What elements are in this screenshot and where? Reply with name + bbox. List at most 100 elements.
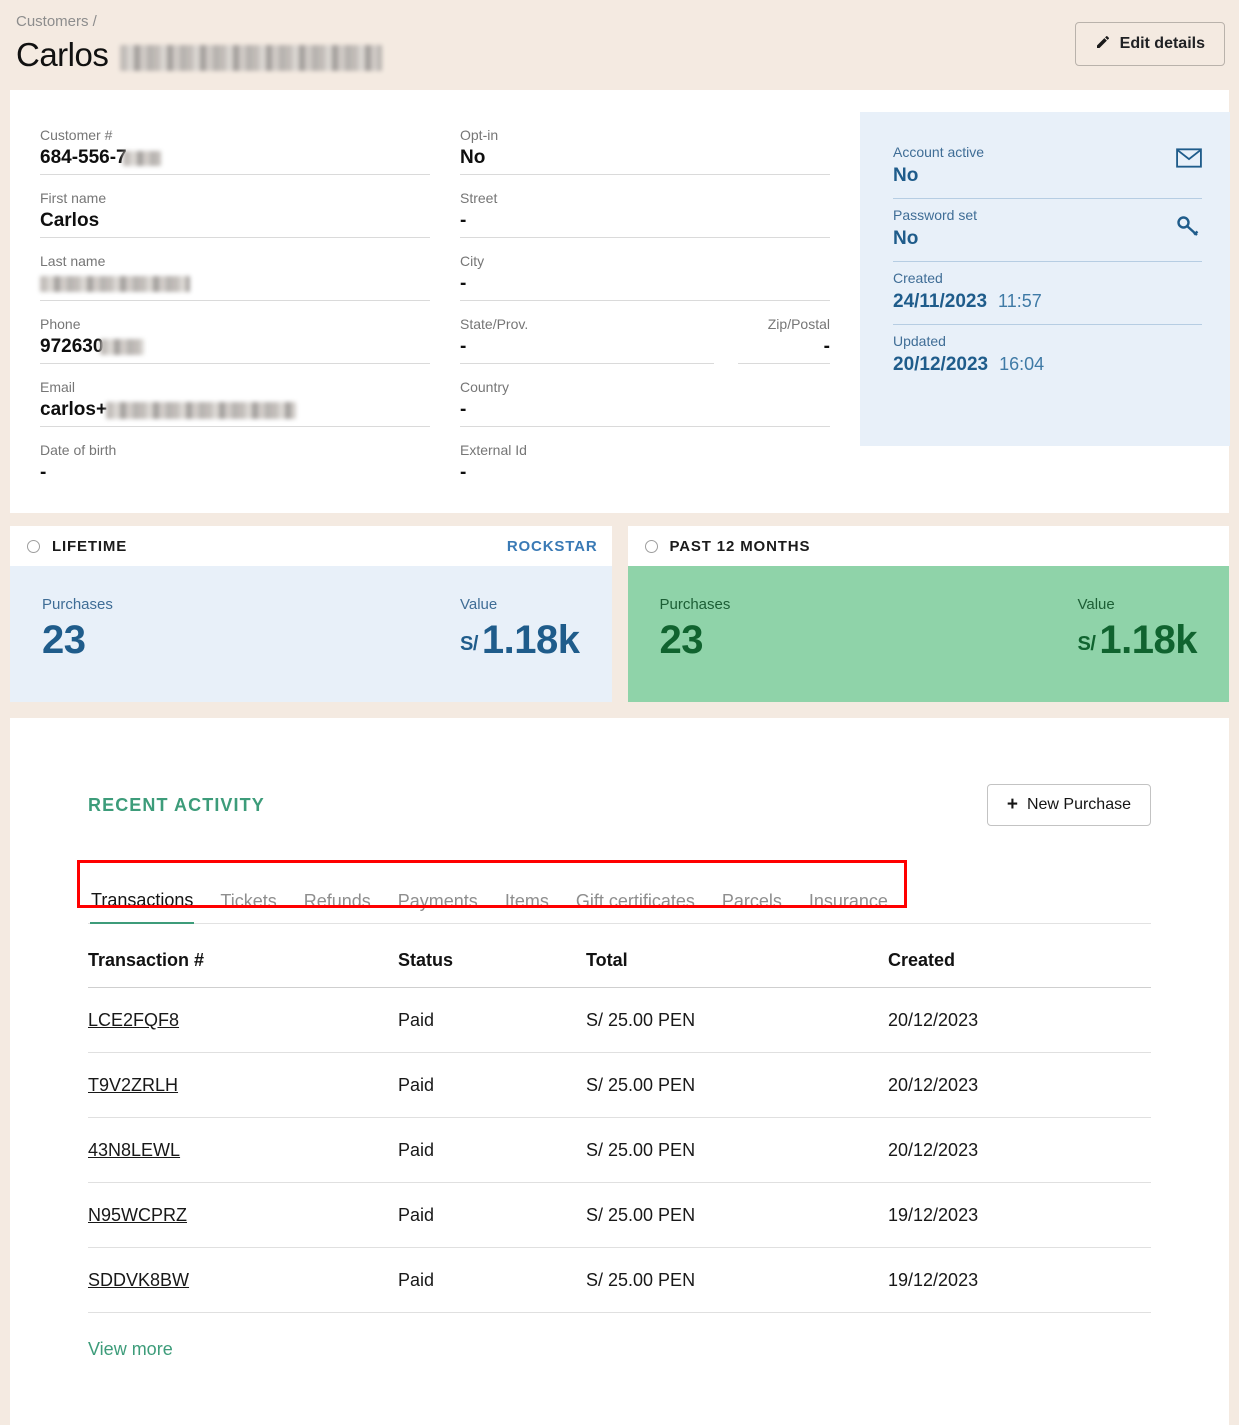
transaction-link[interactable]: LCE2FQF8	[88, 1010, 179, 1030]
field-value: -	[460, 399, 467, 420]
field-label: Opt-in	[460, 127, 499, 143]
transactions-table-head: Transaction # Status Total Created	[88, 950, 1151, 988]
updated-time: 16:04	[999, 354, 1045, 374]
past-12-months-title: PAST 12 MONTHS	[669, 538, 811, 555]
cell-total: S/ 25.00 PEN	[586, 1182, 888, 1248]
transaction-link[interactable]: 43N8LEWL	[88, 1140, 180, 1160]
new-purchase-label: New Purchase	[1026, 796, 1131, 813]
field-label: City	[460, 253, 485, 269]
tab-refunds[interactable]: Refunds	[303, 885, 372, 923]
past-12-months-card-body: Purchases 23 Value S/1.18k	[627, 566, 1229, 702]
account-active-label: Account active	[893, 144, 985, 160]
field-city: City -	[460, 238, 830, 301]
view-more-link[interactable]: View more	[88, 1339, 173, 1360]
cell-status: Paid	[398, 1117, 586, 1183]
field-label: External Id	[460, 442, 527, 458]
field-last-name: Last name	[40, 238, 430, 301]
edit-details-button[interactable]: Edit details	[1074, 22, 1225, 66]
tab-gift-certificates[interactable]: Gift certificates	[575, 885, 696, 923]
redacted-last-name-value	[40, 276, 190, 292]
redacted-phone	[100, 339, 145, 355]
purchases-value: 23	[42, 618, 86, 662]
redacted-customer-number	[122, 150, 161, 166]
grid-gap	[430, 112, 460, 487]
past12-value-block: Value S/1.18k	[1077, 594, 1197, 671]
value-amount-row: S/1.18k	[460, 616, 580, 671]
field-label: Phone	[40, 316, 81, 332]
transaction-link[interactable]: N95WCPRZ	[88, 1205, 187, 1225]
value-amount: 1.18k	[1099, 618, 1197, 662]
pencil-icon	[1095, 34, 1111, 54]
cell-total: S/ 25.00 PEN	[586, 1247, 888, 1313]
cell-status: Paid	[398, 1182, 586, 1248]
grid-gap	[830, 112, 860, 487]
created-date: 24/11/2023	[893, 291, 988, 312]
breadcrumb[interactable]: Customers /	[16, 12, 1225, 32]
key-icon[interactable]	[1176, 215, 1200, 242]
recent-activity-header: RECENT ACTIVITY + New Purchase	[88, 784, 1151, 826]
field-value: -	[823, 336, 830, 357]
customer-details-grid: Customer # 684-556-7 First name Carlos L…	[40, 112, 1230, 487]
created-row: Created 24/11/2023 11:57	[893, 262, 1202, 325]
table-row: T9V2ZRLH Paid S/ 25.00 PEN 20/12/2023	[88, 1052, 1151, 1118]
page-title: Carlos	[16, 36, 109, 73]
password-set-row: Password set No	[893, 199, 1202, 262]
tab-insurance[interactable]: Insurance	[808, 885, 889, 923]
cell-status: Paid	[398, 1247, 586, 1313]
recent-activity-title: RECENT ACTIVITY	[88, 794, 265, 815]
purchases-label: Purchases	[659, 596, 731, 613]
field-street: Street -	[460, 175, 830, 238]
field-label: Zip/Postal	[767, 316, 830, 332]
field-label: State/Prov.	[460, 316, 529, 332]
tab-transactions[interactable]: Transactions	[90, 884, 195, 924]
updated-label: Updated	[893, 333, 946, 349]
cell-total: S/ 25.00 PEN	[586, 1052, 888, 1118]
account-status-panel: Account active No Password set No Create…	[860, 112, 1230, 446]
field-value: 972630	[40, 333, 430, 361]
lifetime-title: LIFETIME	[52, 538, 128, 555]
new-purchase-button[interactable]: + New Purchase	[986, 784, 1151, 826]
table-row: LCE2FQF8 Paid S/ 25.00 PEN 20/12/2023	[88, 987, 1151, 1053]
cell-created: 20/12/2023	[888, 1117, 1151, 1183]
field-value: -	[460, 336, 467, 357]
redacted-email	[106, 401, 297, 419]
tab-parcels[interactable]: Parcels	[721, 885, 783, 923]
field-value: -	[460, 210, 467, 231]
created-time: 11:57	[998, 291, 1042, 311]
lifetime-value-block: Value S/1.18k	[460, 594, 580, 671]
transaction-link[interactable]: T9V2ZRLH	[88, 1075, 178, 1095]
customer-details-card: Customer # 684-556-7 First name Carlos L…	[10, 90, 1230, 513]
table-row: N95WCPRZ Paid S/ 25.00 PEN 19/12/2023	[88, 1182, 1151, 1248]
tab-tickets[interactable]: Tickets	[219, 885, 277, 923]
value-amount-row: S/1.18k	[1077, 616, 1197, 671]
password-set-label: Password set	[893, 207, 978, 223]
tab-payments[interactable]: Payments	[397, 885, 479, 923]
transactions-table-body: LCE2FQF8 Paid S/ 25.00 PEN 20/12/2023 T9…	[88, 987, 1151, 1313]
cell-transaction-number: SDDVK8BW	[88, 1247, 398, 1313]
transaction-link[interactable]: SDDVK8BW	[88, 1270, 189, 1290]
column-total: Total	[586, 950, 888, 988]
created-datetime: 24/11/2023 11:57	[893, 288, 1202, 316]
cell-created: 19/12/2023	[888, 1182, 1151, 1248]
tab-items[interactable]: Items	[504, 885, 550, 923]
currency-symbol: S/	[1077, 633, 1096, 655]
field-country: Country -	[460, 364, 830, 427]
field-phone: Phone 972630	[40, 301, 430, 364]
envelope-icon[interactable]	[1176, 148, 1202, 173]
field-value: carlos+	[40, 396, 430, 424]
purchases-label: Purchases	[42, 596, 113, 613]
field-label: Last name	[40, 253, 106, 269]
value-label: Value	[459, 596, 498, 613]
cell-total: S/ 25.00 PEN	[586, 987, 888, 1053]
currency-symbol: S/	[459, 633, 478, 655]
field-label: Country	[460, 379, 510, 395]
field-date-of-birth: Date of birth -	[40, 427, 430, 487]
transactions-table: Transaction # Status Total Created LCE2F…	[88, 950, 1151, 1313]
activity-tabs-wrapper: Transactions Tickets Refunds Payments It…	[77, 860, 1151, 924]
column-transaction-number: Transaction #	[88, 950, 398, 988]
value-label: Value	[1077, 596, 1115, 613]
edit-details-label: Edit details	[1119, 35, 1205, 52]
field-value: -	[460, 462, 467, 483]
updated-row: Updated 20/12/2023 16:04	[893, 325, 1202, 387]
recent-activity-card: RECENT ACTIVITY + New Purchase Transacti…	[10, 718, 1229, 1425]
